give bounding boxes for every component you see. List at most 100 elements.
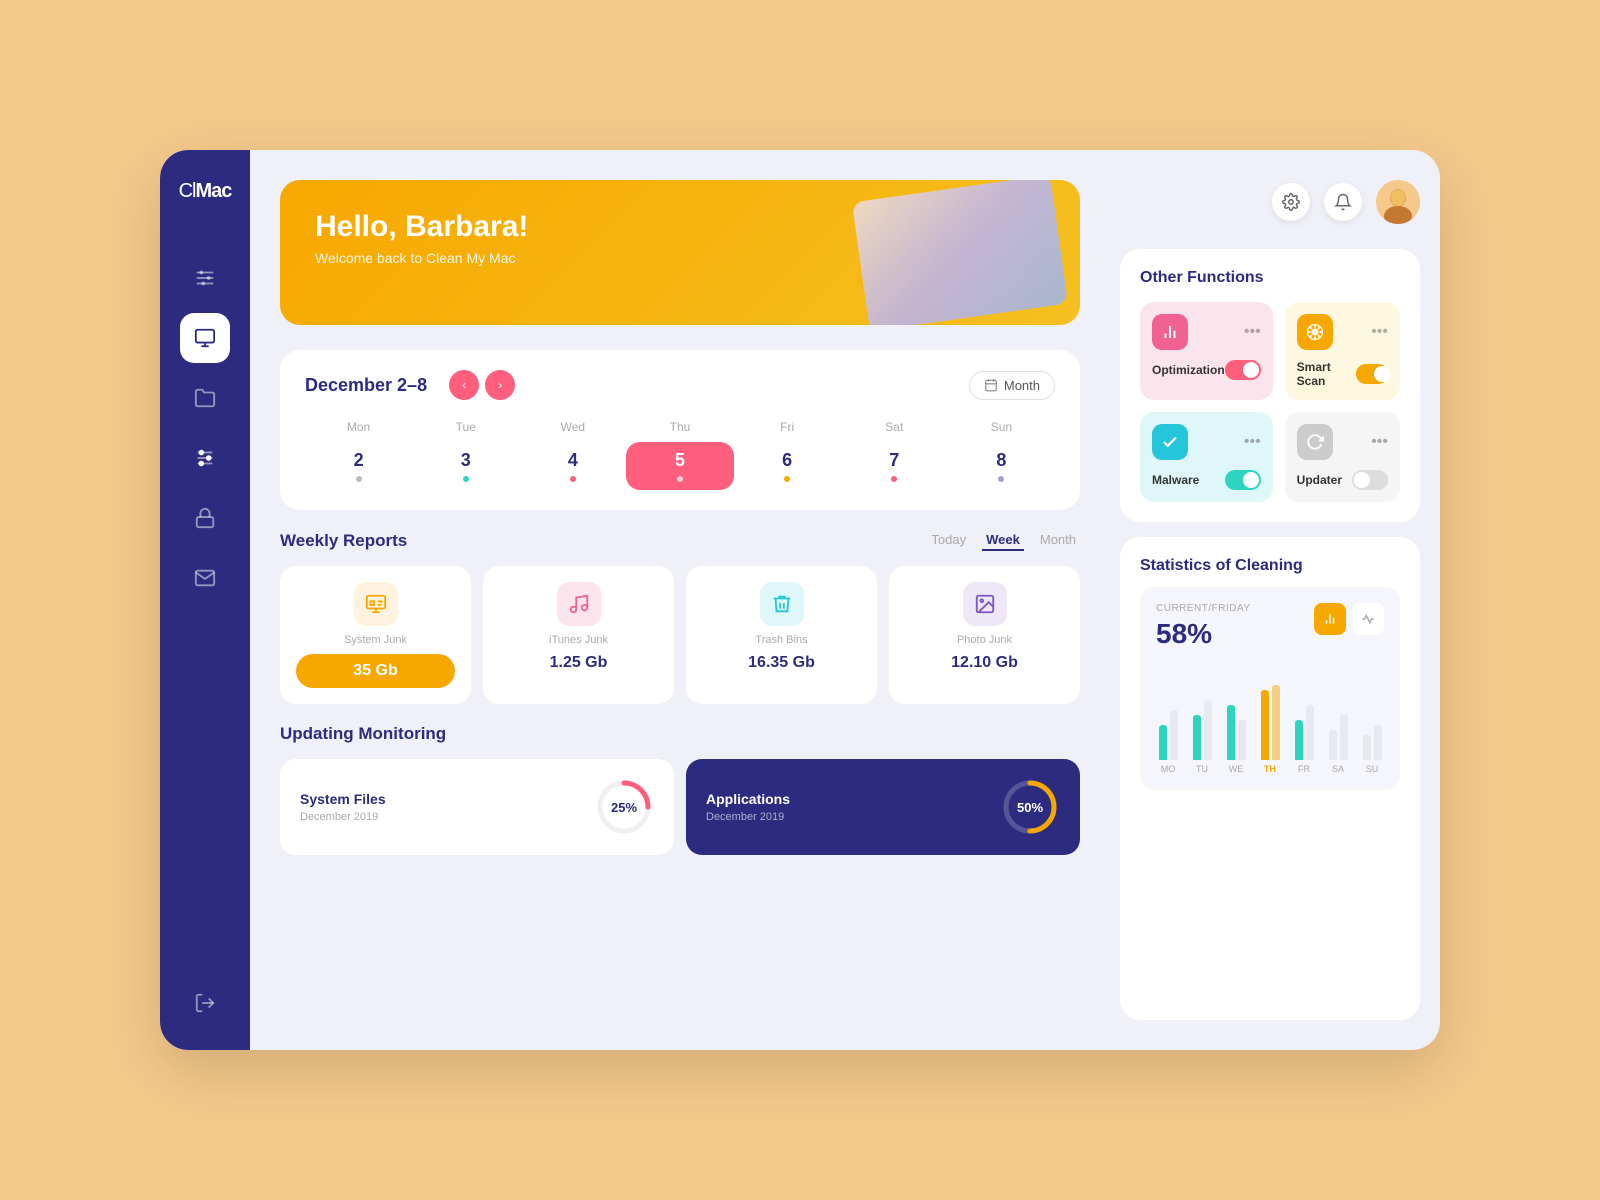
function-card-malware: ••• Malware	[1140, 412, 1273, 502]
calendar-day-3[interactable]: 3	[412, 442, 519, 490]
user-avatar[interactable]	[1376, 180, 1420, 224]
bar-sa-1	[1329, 730, 1337, 760]
period-tabs: Today Week Month	[927, 530, 1080, 551]
bar-group-sa: SA	[1326, 680, 1350, 774]
bar-label-fr: FR	[1298, 764, 1310, 774]
bar-we-1	[1227, 705, 1235, 760]
bar-label-tu: TU	[1196, 764, 1208, 774]
bar-we-2	[1238, 720, 1246, 760]
stats-info: CURRENT/FRIDAY 58%	[1156, 603, 1251, 664]
sidebar-item-mail[interactable]	[180, 553, 230, 603]
sidebar: ClMac	[160, 150, 250, 1050]
updater-dots[interactable]: •••	[1371, 433, 1388, 451]
reports-title: Weekly Reports	[280, 531, 407, 551]
malware-toggle[interactable]	[1225, 470, 1261, 490]
period-tab-month[interactable]: Month	[1036, 530, 1080, 551]
optimization-toggle[interactable]	[1225, 360, 1261, 380]
bar-th-1	[1261, 690, 1269, 760]
bar-label-we: WE	[1229, 764, 1244, 774]
stats-header: CURRENT/FRIDAY 58%	[1156, 603, 1384, 664]
bar-tu-1	[1193, 715, 1201, 760]
panel-header	[1120, 180, 1420, 224]
logout-button[interactable]	[194, 992, 216, 1020]
calendar-next-btn[interactable]: ›	[485, 370, 515, 400]
bar-mo-1	[1159, 725, 1167, 760]
stats-bar-btn[interactable]	[1314, 603, 1346, 635]
bar-group-th: TH	[1258, 680, 1282, 774]
bar-su-2	[1374, 725, 1382, 760]
applications-pct: 50%	[1000, 777, 1060, 837]
system-files-progress: 25%	[594, 777, 654, 837]
smart-scan-label: Smart Scan	[1297, 360, 1356, 388]
calendar-day-5[interactable]: 5	[626, 442, 733, 490]
smart-scan-icon	[1297, 314, 1333, 350]
day-header-tue: Tue	[412, 420, 519, 434]
settings-btn[interactable]	[1272, 183, 1310, 221]
bar-su-1	[1363, 735, 1371, 760]
notifications-btn[interactable]	[1324, 183, 1362, 221]
period-tab-week[interactable]: Week	[982, 530, 1024, 551]
day-header-fri: Fri	[734, 420, 841, 434]
sidebar-item-equalizer[interactable]	[180, 253, 230, 303]
optimization-dots[interactable]: •••	[1244, 323, 1261, 341]
logo: ClMac	[179, 180, 232, 203]
calendar-day-4[interactable]: 4	[519, 442, 626, 490]
system-junk-btn[interactable]: 35 Gb	[296, 654, 455, 688]
hero-laptop-image	[852, 180, 1068, 325]
malware-card-bottom: Malware	[1152, 470, 1261, 490]
smart-scan-toggle[interactable]	[1356, 364, 1388, 384]
bar-tu-2	[1204, 700, 1212, 760]
bar-group-su: SU	[1360, 680, 1384, 774]
updater-card-bottom: Updater	[1297, 470, 1388, 490]
calendar-day-6[interactable]: 6	[734, 442, 841, 490]
monitoring-header: Updating Monitoring	[280, 724, 1080, 744]
other-functions-title: Other Functions	[1140, 269, 1400, 287]
monitor-system-files-info: System Files December 2019	[300, 791, 386, 823]
function-card-smart-scan: ••• Smart Scan	[1285, 302, 1400, 400]
monitor-card-applications: Applications December 2019 50%	[686, 759, 1080, 855]
stats-line-btn[interactable]	[1352, 603, 1384, 635]
calendar-view-mode: Month	[1004, 378, 1040, 393]
calendar-month-btn[interactable]: Month	[969, 371, 1055, 400]
day-header-sun: Sun	[948, 420, 1055, 434]
bar-label-mo: MO	[1161, 764, 1176, 774]
function-card-updater: ••• Updater	[1285, 412, 1400, 502]
logo-prefix: Cl	[179, 180, 196, 202]
stats-buttons	[1314, 603, 1384, 635]
malware-dots[interactable]: •••	[1244, 433, 1261, 451]
updater-toggle[interactable]	[1352, 470, 1388, 490]
day-header-sat: Sat	[841, 420, 948, 434]
sidebar-item-sliders[interactable]	[180, 433, 230, 483]
calendar-days-grid: Mon Tue Wed Thu Fri Sat Sun 2 3 4	[305, 420, 1055, 490]
reports-header: Weekly Reports Today Week Month	[280, 530, 1080, 551]
sidebar-item-folder[interactable]	[180, 373, 230, 423]
sidebar-item-monitor[interactable]	[180, 313, 230, 363]
monitor-card-system-files: System Files December 2019 25%	[280, 759, 674, 855]
day-header-thu: Thu	[626, 420, 733, 434]
smart-scan-dots[interactable]: •••	[1371, 323, 1388, 341]
system-junk-label: System Junk	[344, 634, 407, 646]
system-files-pct: 25%	[594, 777, 654, 837]
period-tab-today[interactable]: Today	[927, 530, 970, 551]
monitor-system-files-label: System Files	[300, 791, 386, 807]
report-card-itunes-junk: iTunes Junk 1.25 Gb	[483, 566, 674, 704]
sidebar-item-lock[interactable]	[180, 493, 230, 543]
stats-current-value: 58%	[1156, 618, 1251, 650]
calendar-header: December 2–8 ‹ › Month	[305, 370, 1055, 400]
calendar-nav-arrows: ‹ ›	[449, 370, 515, 400]
trash-bins-value: 16.35 Gb	[748, 654, 815, 672]
calendar-day-2[interactable]: 2	[305, 442, 412, 490]
photo-junk-icon	[963, 582, 1007, 626]
calendar-day-8[interactable]: 8	[948, 442, 1055, 490]
other-functions-panel: Other Functions ••• Optimization	[1120, 249, 1420, 522]
bar-th-2	[1272, 685, 1280, 760]
smart-scan-card-bottom: Smart Scan	[1297, 360, 1388, 388]
optimization-icon	[1152, 314, 1188, 350]
hero-banner: Hello, Barbara! Welcome back to Clean My…	[280, 180, 1080, 325]
bar-group-tu: TU	[1190, 680, 1214, 774]
function-card-optimization: ••• Optimization	[1140, 302, 1273, 400]
trash-bins-icon	[760, 582, 804, 626]
calendar-prev-btn[interactable]: ‹	[449, 370, 479, 400]
calendar-day-7[interactable]: 7	[841, 442, 948, 490]
monitoring-title: Updating Monitoring	[280, 724, 446, 744]
